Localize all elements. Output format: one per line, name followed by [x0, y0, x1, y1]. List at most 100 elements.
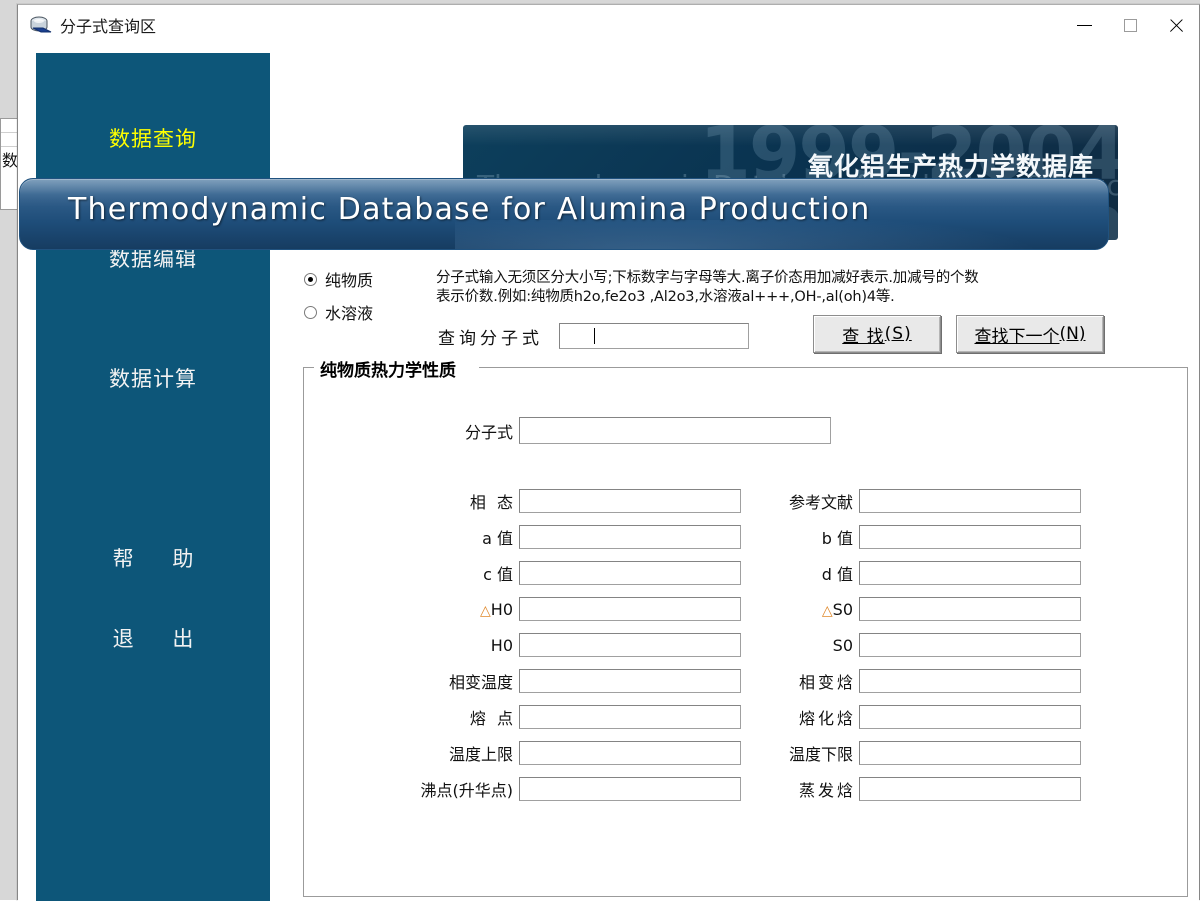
sidebar-item-help[interactable]: 帮 助: [36, 543, 270, 573]
field-label-text: H0: [491, 600, 513, 619]
field-label: a 值: [409, 525, 519, 549]
formula-input[interactable]: [519, 417, 831, 444]
field-h0: H0: [409, 633, 741, 657]
radio-unselected-icon: [304, 306, 317, 319]
application-window: 分子式查询区 数据查询 数据编辑: [17, 4, 1200, 900]
delta-triangle-icon: △: [822, 603, 833, 619]
phase-state-input[interactable]: [519, 489, 741, 513]
temp-upper-limit-input[interactable]: [519, 741, 741, 765]
field-label: 相变焓: [744, 669, 859, 693]
minimize-icon: [1077, 25, 1092, 26]
field-fusion-enthalpy: 熔化焓: [744, 705, 1081, 729]
field-label: 熔 点: [409, 705, 519, 729]
sidebar-item-label: 帮 助: [113, 547, 210, 571]
field-s0: S0: [744, 633, 1081, 657]
temp-lower-limit-input[interactable]: [859, 741, 1081, 765]
maximize-button[interactable]: [1107, 5, 1153, 45]
field-label: 蒸发焓: [744, 777, 859, 801]
field-label: 熔化焓: [744, 705, 859, 729]
field-label: △H0: [409, 600, 519, 619]
group-title: 纯物质热力学性质: [316, 356, 460, 381]
radio-pure-substance[interactable]: 纯物质: [304, 267, 373, 291]
field-reference: 参考文献: [744, 489, 1081, 513]
reference-input[interactable]: [859, 489, 1081, 513]
field-formula: 分子式: [409, 417, 831, 444]
field-b-value: b 值: [744, 525, 1081, 549]
window-title: 分子式查询区: [60, 13, 156, 37]
boiling-point-input[interactable]: [519, 777, 741, 801]
field-label: S0: [744, 636, 859, 655]
app-database-icon: [30, 15, 52, 35]
d-value-input[interactable]: [859, 561, 1081, 585]
phase-transition-temp-input[interactable]: [519, 669, 741, 693]
find-next-button-label: 查找下一个: [975, 322, 1060, 347]
delta-triangle-icon: △: [480, 603, 491, 619]
sidebar-item-data-calc[interactable]: 数据计算: [36, 363, 270, 393]
hint-line-2: 表示价数.例如:纯物质h2o,fe2o3 ,Al2o3,水溶液al+++,OH-…: [436, 288, 1126, 307]
find-button[interactable]: 查 找 (S): [813, 315, 941, 353]
field-label: 分子式: [409, 419, 519, 443]
field-phase-state: 相 态: [409, 489, 741, 513]
maximize-icon: [1124, 19, 1137, 32]
query-form: 纯物质 水溶液 分子式输入无须区分大小写;下标数字与字母等大.离子价态用加减好表…: [288, 255, 1188, 901]
field-label: 沸点(升华点): [384, 777, 519, 801]
text-caret: [594, 328, 595, 344]
field-label: △S0: [744, 600, 859, 619]
field-label: 相变温度: [409, 669, 519, 693]
h0-input[interactable]: [519, 633, 741, 657]
find-button-accel: (S): [885, 324, 912, 344]
a-value-input[interactable]: [519, 525, 741, 549]
field-melting-point: 熔 点: [409, 705, 741, 729]
title-bar[interactable]: 分子式查询区: [18, 5, 1199, 45]
sidebar-item-label: 退 出: [113, 627, 210, 651]
field-vaporization-enthalpy: 蒸发焓: [744, 777, 1081, 801]
background-fragment-text: 数: [2, 147, 18, 171]
hint-line-1: 分子式输入无须区分大小写;下标数字与字母等大.离子价态用加减好表示.加减号的个数: [436, 269, 1126, 288]
s0-input[interactable]: [859, 633, 1081, 657]
fusion-enthalpy-input[interactable]: [859, 705, 1081, 729]
close-button[interactable]: [1153, 5, 1199, 45]
field-delta-s0: △S0: [744, 597, 1081, 621]
phase-transition-enthalpy-input[interactable]: [859, 669, 1081, 693]
field-label: H0: [409, 636, 519, 655]
field-delta-h0: △H0: [409, 597, 741, 621]
find-next-button[interactable]: 查找下一个 (N): [956, 315, 1104, 353]
field-boiling-point: 沸点(升华点): [384, 777, 741, 801]
desktop-background: 数 分子式查询区: [0, 0, 1200, 900]
field-c-value: c 值: [409, 561, 741, 585]
sidebar-item-label: 数据查询: [109, 127, 197, 151]
banner-english-title: Thermodynamic Database for Alumina Produ…: [68, 192, 870, 227]
vaporization-enthalpy-input[interactable]: [859, 777, 1081, 801]
field-label: 温度下限: [744, 741, 859, 765]
sidebar-item-exit[interactable]: 退 出: [36, 623, 270, 653]
delta-h0-input[interactable]: [519, 597, 741, 621]
field-label: b 值: [744, 525, 859, 549]
minimize-button[interactable]: [1061, 5, 1107, 45]
field-label-text: S0: [833, 600, 853, 619]
input-hint-text: 分子式输入无须区分大小写;下标数字与字母等大.离子价态用加减好表示.加减号的个数…: [436, 269, 1126, 307]
window-controls: [1061, 5, 1199, 45]
radio-label: 水溶液: [325, 300, 373, 324]
field-phase-transition-enthalpy: 相变焓: [744, 669, 1081, 693]
field-phase-transition-temperature: 相变温度: [409, 669, 741, 693]
radio-label: 纯物质: [325, 267, 373, 291]
b-value-input[interactable]: [859, 525, 1081, 549]
radio-aqueous-solution[interactable]: 水溶液: [304, 300, 373, 324]
field-label: 参考文献: [744, 489, 859, 513]
radio-selected-icon: [304, 273, 317, 286]
sidebar-item-label: 数据编辑: [109, 247, 197, 271]
sidebar-item-label: 数据计算: [109, 367, 197, 391]
field-a-value: a 值: [409, 525, 741, 549]
field-label: 相 态: [409, 489, 519, 513]
field-temperature-lower-limit: 温度下限: [744, 741, 1081, 765]
c-value-input[interactable]: [519, 561, 741, 585]
banner-title-plate: Thermodynamic Database for Alumina Produ…: [19, 178, 1109, 250]
query-label: 查询分子式: [438, 324, 543, 349]
pure-substance-properties-group: 纯物质热力学性质 分子式 相 态 a 值: [303, 367, 1188, 897]
field-d-value: d 值: [744, 561, 1081, 585]
search-formula-input[interactable]: [559, 323, 749, 349]
sidebar-item-data-query[interactable]: 数据查询: [36, 123, 270, 153]
close-icon: [1168, 17, 1185, 34]
delta-s0-input[interactable]: [859, 597, 1081, 621]
melting-point-input[interactable]: [519, 705, 741, 729]
